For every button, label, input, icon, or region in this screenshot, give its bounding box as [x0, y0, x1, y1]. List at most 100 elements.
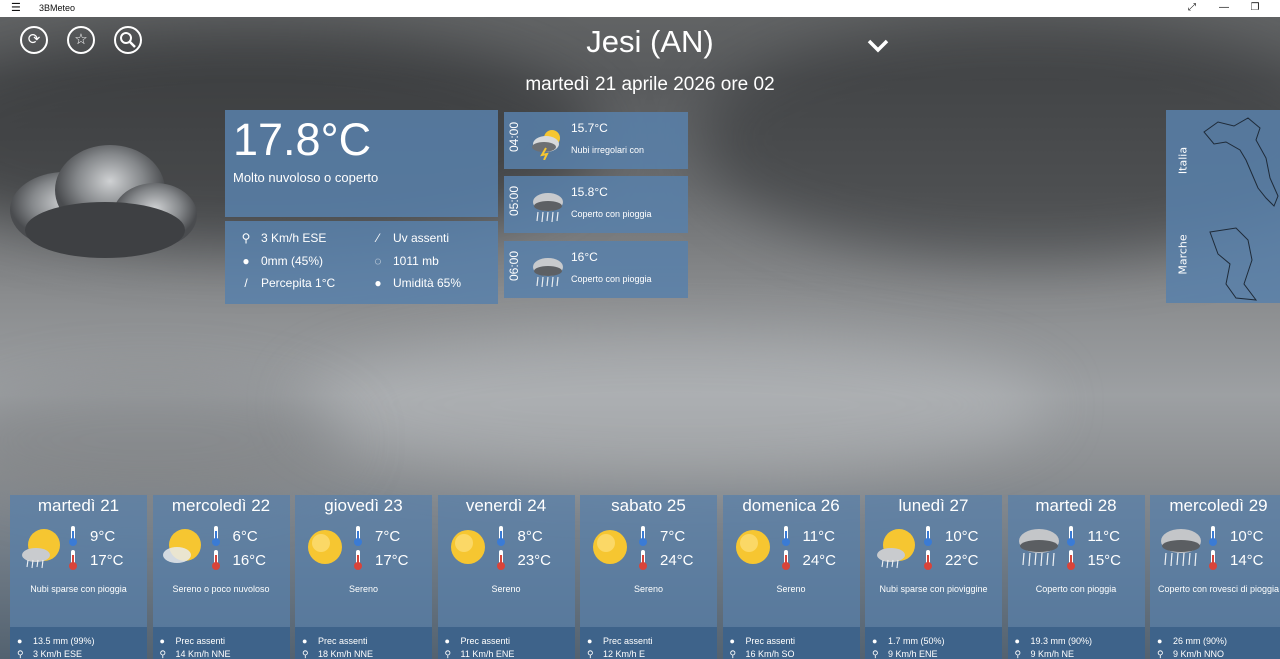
daily-forecast-card[interactable]: sabato 25 7°C 24°C Sereno ● Prec assenti ⚲ 12 K… — [580, 495, 717, 659]
wind-value: 14 Km/h NNE — [175, 649, 231, 659]
drop-icon: ● — [444, 636, 450, 646]
hourly-temp: 16°C — [571, 250, 598, 264]
thermometer-max-icon — [494, 549, 508, 571]
thermometer-min-icon — [779, 525, 793, 547]
pressure-detail: ◌ 1011 mb — [371, 254, 438, 268]
humidity-value: Umidità 65% — [393, 276, 462, 290]
day-description: Sereno — [348, 584, 379, 594]
thermometer-max-icon — [779, 549, 793, 571]
restore-button[interactable]: ❐ — [1240, 0, 1270, 17]
search-icon[interactable] — [114, 26, 142, 54]
map-label-italia[interactable]: Italia — [1177, 136, 1190, 186]
day-name: mercoledì 22 — [171, 496, 271, 515]
current-temperature: 17.8°C — [233, 114, 372, 165]
wind-turbine-icon: ⚲ — [587, 649, 594, 659]
hourly-time: 04:00 — [507, 121, 521, 152]
daily-forecast-card[interactable]: domenica 26 11°C 24°C Sereno ● Prec assenti ⚲ 1… — [722, 495, 860, 659]
rain-icon — [533, 193, 563, 223]
temp-max: 14°C — [1230, 552, 1264, 569]
temp-min: 7°C — [375, 528, 401, 545]
big-cloud-icon — [10, 145, 197, 258]
wind-value: 3 Km/h ESE — [261, 231, 327, 245]
day-description: Sereno — [776, 584, 806, 594]
hourly-item[interactable]: 06:00 16°C Coperto con pioggia — [504, 241, 688, 298]
sun-icon — [303, 525, 349, 571]
precipitation: ● Prec assenti — [587, 636, 653, 646]
perceived-detail: / Percepita 1°C — [239, 276, 335, 290]
humidity-detail: ● Umidità 65% — [371, 276, 461, 290]
wind-value: 9 Km/h NE — [1030, 649, 1075, 659]
wind-turbine-icon: ⚲ — [302, 649, 309, 659]
current-conditions-panel[interactable]: 17.8°C Molto nuvoloso o coperto — [225, 110, 498, 217]
daily-forecast-card[interactable]: venerdì 24 8°C 23°C Sereno ● Prec assenti ⚲ 11 … — [437, 495, 575, 659]
temp-max: 22°C — [945, 552, 979, 569]
temp-min: 10°C — [1230, 528, 1264, 545]
precip-value: Prec assenti — [460, 636, 511, 646]
hourly-time: 05:00 — [507, 185, 521, 216]
temp-min: 7°C — [660, 528, 686, 545]
wind: ⚲ 9 Km/h NNO — [1157, 649, 1224, 659]
drop-icon: ● — [1157, 636, 1163, 646]
sun-icon — [446, 525, 492, 571]
location-title[interactable]: Jesi (AN) — [460, 24, 840, 60]
precipitation: ● Prec assenti — [445, 636, 511, 646]
temp-min: 6°C — [232, 528, 258, 545]
map-panel[interactable]: Italia Marche — [1166, 110, 1280, 303]
chevron-down-icon[interactable] — [866, 37, 890, 55]
precipitation: ● 19.3 mm (90%) — [1015, 636, 1093, 646]
temp-max: 24°C — [802, 552, 837, 569]
day-description: Sereno — [633, 584, 664, 594]
drop-icon: ● — [1014, 636, 1020, 646]
map-label-marche[interactable]: Marche — [1177, 230, 1190, 280]
hourly-desc: Coperto con pioggia — [571, 209, 652, 219]
drop-icon: ● — [17, 636, 23, 646]
wind: ⚲ 9 Km/h NE — [1015, 649, 1075, 659]
precip-detail: ● 0mm (45%) — [239, 254, 323, 268]
rain-icon — [1158, 525, 1204, 571]
thermometer-max-icon — [636, 549, 650, 571]
uv-value: Uv assenti — [393, 231, 450, 245]
daily-forecast-card[interactable]: giovedì 23 7°C 17°C Sereno ● Prec assenti ⚲ 18 … — [295, 495, 432, 659]
thermometer-max-icon — [351, 549, 365, 571]
daily-forecast-card[interactable]: martedì 28 11°C 15°C Coperto con pioggia ● 19… — [1007, 495, 1145, 659]
wind-value: 9 Km/h NNO — [1173, 649, 1225, 659]
wind-turbine-icon: ⚲ — [444, 649, 452, 659]
day-description: Nubi sparse con pioggia — [30, 584, 127, 594]
fullscreen-icon[interactable]: ⤢ — [1177, 0, 1207, 17]
daily-forecast-card[interactable]: mercoledì 29 10°C 14°C Coperto con rovesci … — [1150, 495, 1280, 659]
wind: ⚲ 18 Km/h NNE — [302, 649, 373, 659]
thermometer-min-icon — [494, 525, 508, 547]
day-description: Nubi sparse con pioviggine — [879, 584, 988, 594]
sun-cloud-icon — [161, 525, 207, 571]
hourly-item[interactable]: 05:00 15.8°C Coperto con pioggia — [504, 176, 688, 233]
day-name: mercoledì 29 — [1169, 496, 1268, 515]
daily-forecast-card[interactable]: lunedì 27 10°C 22°C Nubi sparse con piovigg… — [865, 495, 1002, 659]
precip-value: 0mm (45%) — [261, 254, 324, 268]
star-icon[interactable]: ☆ — [67, 26, 95, 54]
thermometer-max-icon — [1064, 549, 1078, 571]
temp-min: 11°C — [802, 528, 835, 545]
hourly-item[interactable]: 04:00 15.7°C Nubi irregolari con possibi… — [504, 112, 688, 169]
minimize-button[interactable]: — — [1209, 0, 1239, 17]
hamburger-menu-icon[interactable]: ☰ — [11, 1, 21, 15]
precipitation: ● Prec assenti — [160, 636, 226, 646]
daily-forecast-card[interactable]: martedì 21 9°C 17°C Nubi sparse con pioggia… — [10, 495, 147, 659]
precipitation: ● Prec assenti — [730, 636, 796, 646]
precip-value: 19.3 mm (90%) — [1030, 636, 1093, 646]
wind-turbine-icon: ⚲ — [159, 649, 167, 659]
current-description: Molto nuvoloso o coperto — [233, 170, 379, 185]
precip-value: 26 mm (90%) — [1173, 636, 1228, 646]
pressure-icon: ◌ — [374, 254, 382, 268]
day-description: Sereno — [491, 584, 521, 594]
wind-turbine-icon: ⚲ — [872, 649, 879, 659]
temp-min: 9°C — [90, 528, 116, 545]
app-name: 3BMeteo — [39, 3, 76, 13]
hourly-temp: 15.7°C — [571, 121, 608, 135]
temp-max: 17°C — [375, 552, 409, 569]
drop-icon: ● — [302, 636, 308, 646]
drop-icon: ● — [159, 636, 165, 646]
thermometer-max-icon — [1206, 549, 1220, 571]
daily-forecast-card[interactable]: mercoledì 22 6°C 16°C Sereno o poco nuvolos… — [152, 495, 290, 659]
refresh-icon[interactable]: ⟳ — [20, 26, 48, 54]
wind: ⚲ 11 Km/h ENE — [445, 649, 515, 659]
